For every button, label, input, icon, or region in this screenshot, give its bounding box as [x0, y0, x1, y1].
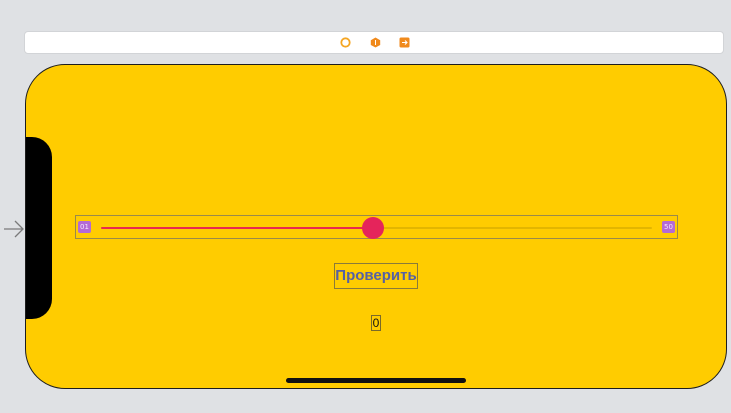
result-label: 0	[371, 315, 381, 331]
first-responder-icon[interactable]	[370, 37, 381, 48]
view-controller-icon[interactable]	[340, 37, 351, 48]
scene-dock	[24, 31, 724, 54]
slider-track[interactable]	[101, 217, 652, 239]
slider-min-track	[101, 227, 374, 229]
slider-min-image: 01	[78, 221, 91, 233]
slider-max-image: 50	[662, 221, 675, 233]
exit-icon[interactable]	[399, 37, 410, 48]
slider-thumb[interactable]	[362, 217, 385, 239]
home-indicator	[286, 378, 466, 383]
entry-arrow-icon	[4, 220, 24, 238]
slider[interactable]: 01 50	[75, 215, 678, 239]
device-notch	[26, 137, 52, 319]
storyboard-canvas: 01 50 Проверить 0	[0, 0, 731, 413]
device-frame: 01 50 Проверить 0	[25, 64, 727, 389]
check-button[interactable]: Проверить	[334, 263, 418, 289]
